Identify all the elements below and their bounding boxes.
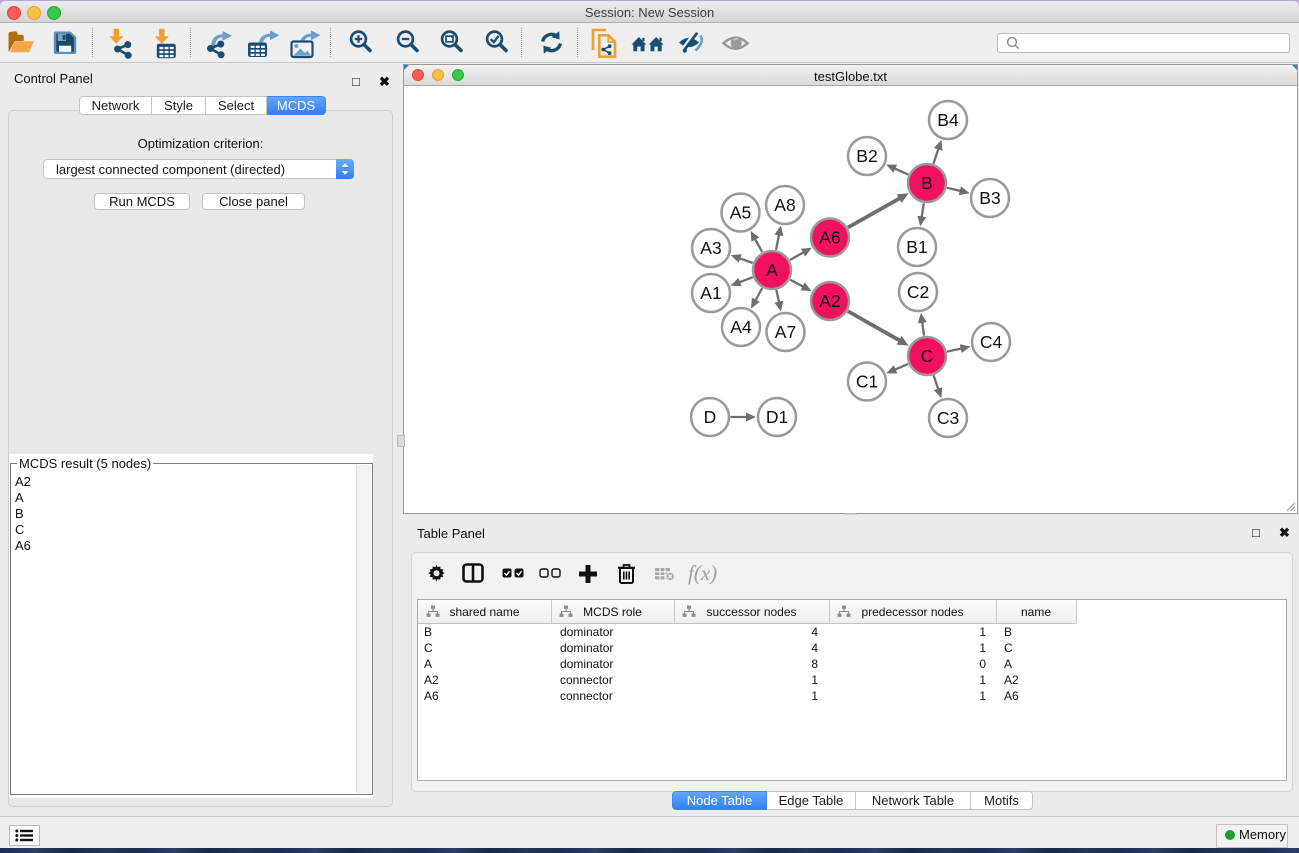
svg-text:B3: B3 — [979, 188, 1000, 208]
svg-text:A: A — [766, 260, 778, 280]
svg-text:D1: D1 — [766, 407, 788, 427]
svg-text:C2: C2 — [907, 282, 929, 302]
svg-text:C4: C4 — [980, 332, 1003, 352]
svg-text:A7: A7 — [775, 322, 796, 342]
svg-text:D: D — [704, 407, 717, 427]
svg-text:A6: A6 — [819, 228, 840, 248]
svg-text:C1: C1 — [856, 372, 878, 392]
svg-text:A5: A5 — [730, 203, 751, 223]
svg-text:C: C — [921, 346, 934, 366]
svg-text:C3: C3 — [937, 408, 959, 428]
svg-text:A4: A4 — [730, 317, 752, 337]
svg-text:A3: A3 — [700, 238, 721, 258]
svg-text:A8: A8 — [774, 195, 795, 215]
svg-text:B4: B4 — [937, 110, 959, 130]
svg-text:B2: B2 — [856, 146, 877, 166]
svg-text:A1: A1 — [700, 283, 721, 303]
svg-text:A2: A2 — [819, 291, 840, 311]
svg-text:B1: B1 — [906, 237, 927, 257]
svg-text:B: B — [921, 173, 933, 193]
